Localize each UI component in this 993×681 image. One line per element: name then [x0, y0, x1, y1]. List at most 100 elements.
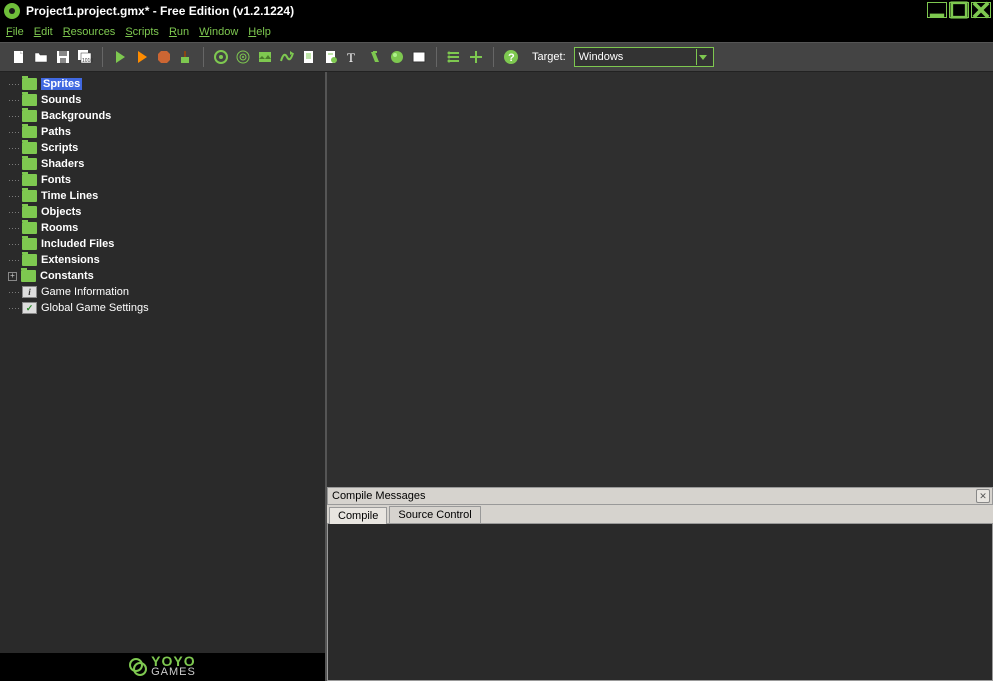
content-area: Compile Messages ✕ Compile Source Contro…: [327, 72, 993, 681]
tree-connector: ····: [8, 239, 22, 249]
create-object-icon[interactable]: [388, 48, 406, 66]
tree-item-shaders[interactable]: ····Shaders: [2, 156, 323, 172]
menu-edit[interactable]: Edit: [34, 26, 53, 38]
tree-item-rooms[interactable]: ···· Rooms: [2, 220, 323, 236]
debug-icon[interactable]: [133, 48, 151, 66]
tree-item-label: Time Lines: [41, 190, 98, 202]
tree-item-sprites[interactable]: ···· Sprites: [2, 76, 323, 92]
folder-icon: [22, 254, 37, 266]
close-button[interactable]: [971, 2, 991, 18]
tree-item-included-files[interactable]: ···· Included Files: [2, 236, 323, 252]
resource-tree[interactable]: ····Sprites····Sounds····Backgrounds····…: [0, 72, 325, 653]
target-value: Windows: [579, 51, 624, 63]
titlebar: Project1.project.gmx* - Free Edition (v1…: [0, 0, 993, 22]
target-select[interactable]: Windows: [574, 47, 714, 67]
tree-item-label: Paths: [41, 126, 71, 138]
tree-connector: ····: [8, 95, 22, 105]
toolbar-separator: [493, 47, 494, 67]
yoyo-games-logo: YOYO GAMES: [129, 656, 196, 677]
tree-connector: ····: [8, 207, 22, 217]
tree-item-label: Sounds: [41, 94, 81, 106]
tree-item-game-information[interactable]: ····iGame Information: [2, 284, 323, 300]
clean-icon[interactable]: [177, 48, 195, 66]
info-icon: i: [22, 286, 37, 298]
create-shader-icon[interactable]: [322, 48, 340, 66]
tree-item-label: Global Game Settings: [41, 302, 149, 314]
tree-item-sounds[interactable]: ···· Sounds: [2, 92, 323, 108]
create-timeline-icon[interactable]: [366, 48, 384, 66]
save-project-icon[interactable]: [54, 48, 72, 66]
compile-output[interactable]: [327, 523, 993, 681]
constants-icon[interactable]: [467, 48, 485, 66]
menu-scripts[interactable]: Scripts: [125, 26, 159, 38]
new-project-icon[interactable]: [10, 48, 28, 66]
target-label: Target:: [532, 51, 566, 63]
tree-connector: ····: [8, 79, 22, 89]
save-all-icon[interactable]: 1010: [76, 48, 94, 66]
stop-icon[interactable]: [155, 48, 173, 66]
svg-text:?: ?: [508, 52, 515, 64]
folder-icon: [22, 94, 37, 106]
window-title: Project1.project.gmx* - Free Edition (v1…: [26, 4, 294, 18]
workspace-canvas[interactable]: [327, 72, 993, 487]
compile-panel-header: Compile Messages ✕: [327, 487, 993, 505]
folder-icon: [22, 222, 37, 234]
folder-icon: [21, 270, 36, 282]
tree-item-paths[interactable]: ····Paths: [2, 124, 323, 140]
sidebar-footer: YOYO GAMES: [0, 653, 325, 681]
tree-item-constants[interactable]: +Constants: [2, 268, 323, 284]
tree-connector: ····: [8, 111, 22, 121]
folder-icon: [22, 238, 37, 250]
create-font-icon[interactable]: T: [344, 48, 362, 66]
compile-panel: Compile Messages ✕ Compile Source Contro…: [327, 487, 993, 681]
tab-compile[interactable]: Compile: [329, 507, 387, 524]
maximize-button[interactable]: [949, 2, 969, 18]
create-path-icon[interactable]: [278, 48, 296, 66]
yoyo-mark-icon: [129, 658, 147, 676]
menubar: File Edit Resources Scripts Run Window H…: [0, 22, 993, 42]
menu-run[interactable]: Run: [169, 26, 189, 38]
menu-file[interactable]: File: [6, 26, 24, 38]
tree-item-label: Scripts: [41, 142, 78, 154]
create-room-icon[interactable]: [410, 48, 428, 66]
main-area: ····Sprites····Sounds····Backgrounds····…: [0, 72, 993, 681]
minimize-button[interactable]: [927, 2, 947, 18]
tree-item-label: Extensions: [41, 254, 100, 266]
toolbar-separator: [436, 47, 437, 67]
menu-help[interactable]: Help: [248, 26, 271, 38]
tab-source-control[interactable]: Source Control: [389, 506, 480, 523]
folder-icon: [22, 78, 37, 90]
tree-connector: ····: [8, 303, 22, 313]
tree-item-label: Objects: [41, 206, 81, 218]
expand-icon[interactable]: +: [8, 272, 17, 281]
create-sprite-icon[interactable]: [212, 48, 230, 66]
open-project-icon[interactable]: [32, 48, 50, 66]
tree-item-label: Rooms: [41, 222, 78, 234]
tree-item-label: Shaders: [41, 158, 84, 170]
tree-item-backgrounds[interactable]: ···· Backgrounds: [2, 108, 323, 124]
tree-item-label: Included Files: [41, 238, 114, 250]
create-script-icon[interactable]: [300, 48, 318, 66]
compile-tabs: Compile Source Control: [327, 505, 993, 523]
tree-item-global-game-settings[interactable]: ····✓Global Game Settings: [2, 300, 323, 316]
menu-resources[interactable]: Resources: [63, 26, 116, 38]
create-sound-icon[interactable]: [234, 48, 252, 66]
menu-window[interactable]: Window: [199, 26, 238, 38]
tree-item-time-lines[interactable]: ···· Time Lines: [2, 188, 323, 204]
tree-connector: ····: [8, 191, 22, 201]
tree-item-label: Sprites: [41, 78, 82, 90]
compile-panel-title: Compile Messages: [332, 490, 426, 502]
folder-icon: [22, 174, 37, 186]
tree-item-fonts[interactable]: ····Fonts: [2, 172, 323, 188]
tree-connector: ····: [8, 223, 22, 233]
tree-item-objects[interactable]: ···· Objects: [2, 204, 323, 220]
create-background-icon[interactable]: [256, 48, 274, 66]
tree-item-scripts[interactable]: ····Scripts: [2, 140, 323, 156]
extensions-icon[interactable]: [445, 48, 463, 66]
compile-close-button[interactable]: ✕: [976, 489, 990, 503]
help-icon[interactable]: ?: [502, 48, 520, 66]
run-icon[interactable]: [111, 48, 129, 66]
tree-item-label: Backgrounds: [41, 110, 111, 122]
toolbar-separator: [203, 47, 204, 67]
tree-item-extensions[interactable]: ····Extensions: [2, 252, 323, 268]
